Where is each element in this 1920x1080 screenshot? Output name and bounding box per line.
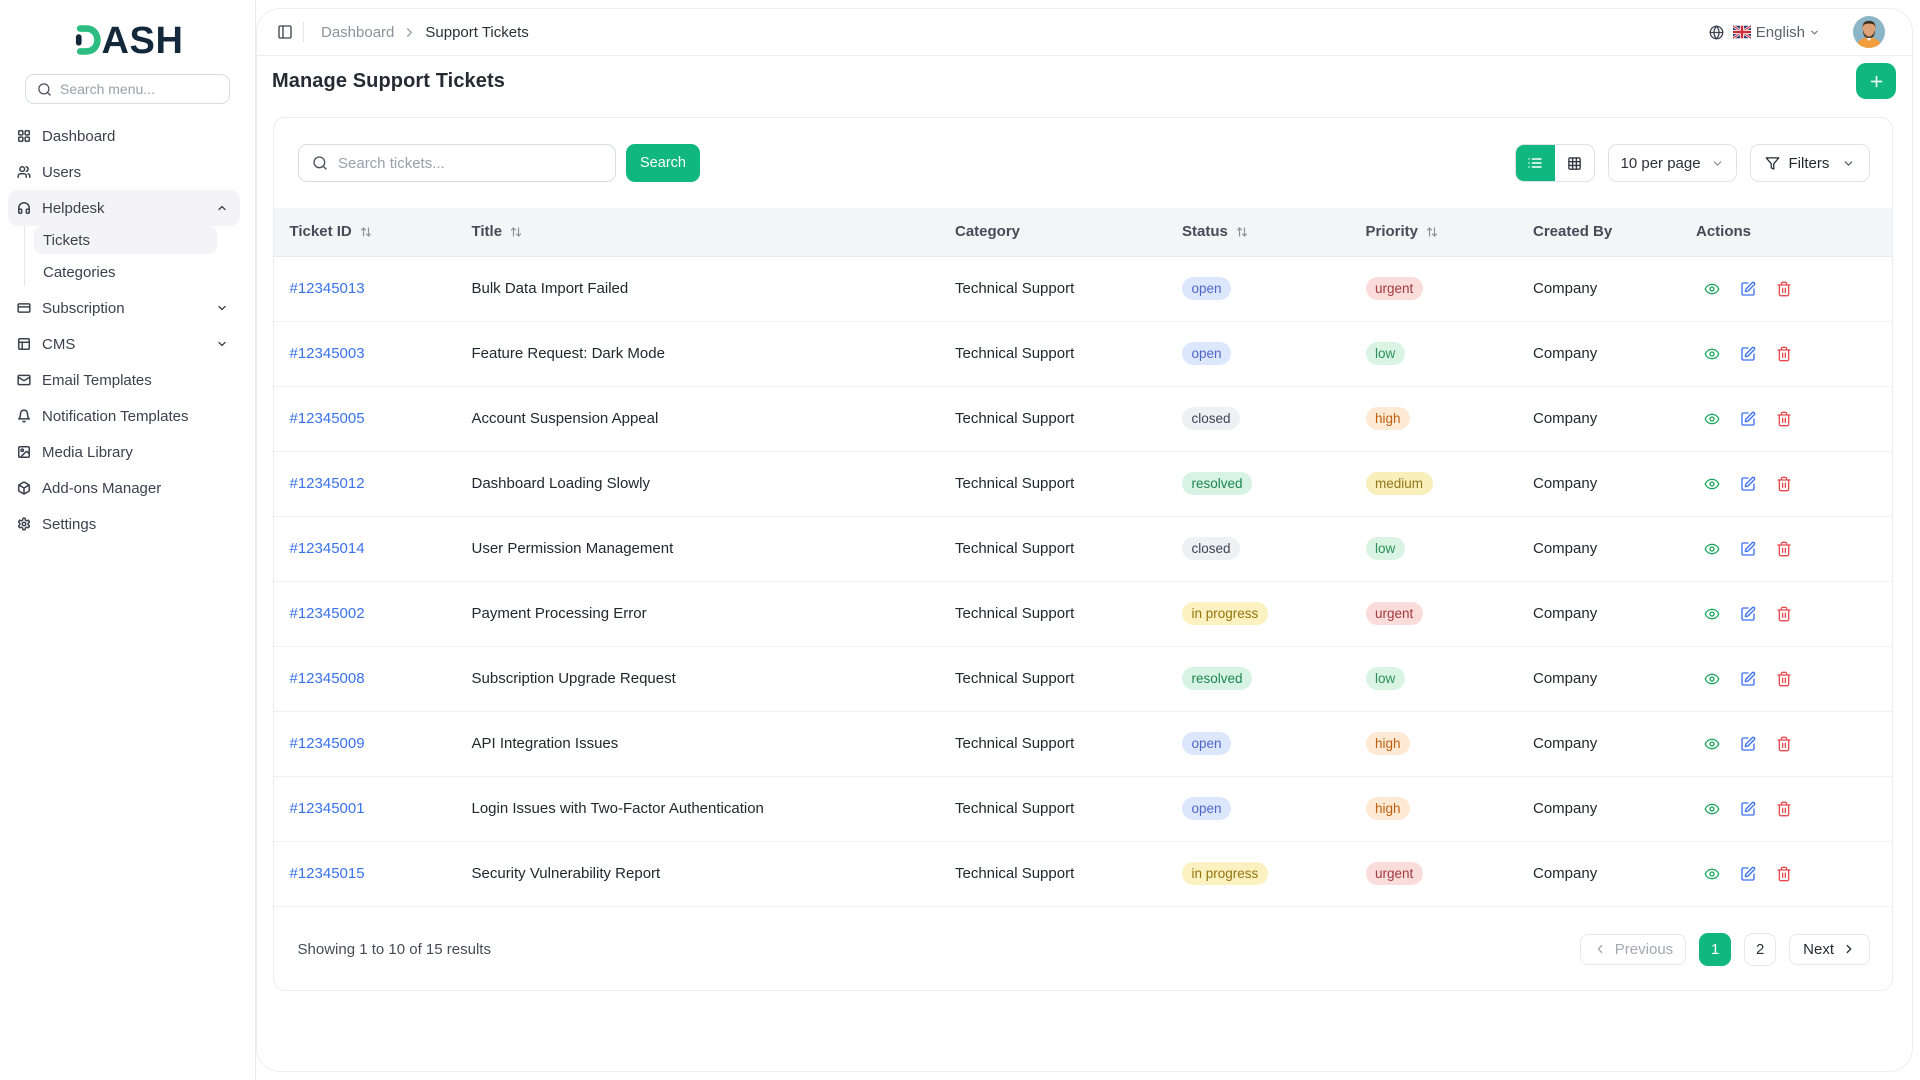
svg-text:ASH: ASH: [102, 20, 184, 62]
